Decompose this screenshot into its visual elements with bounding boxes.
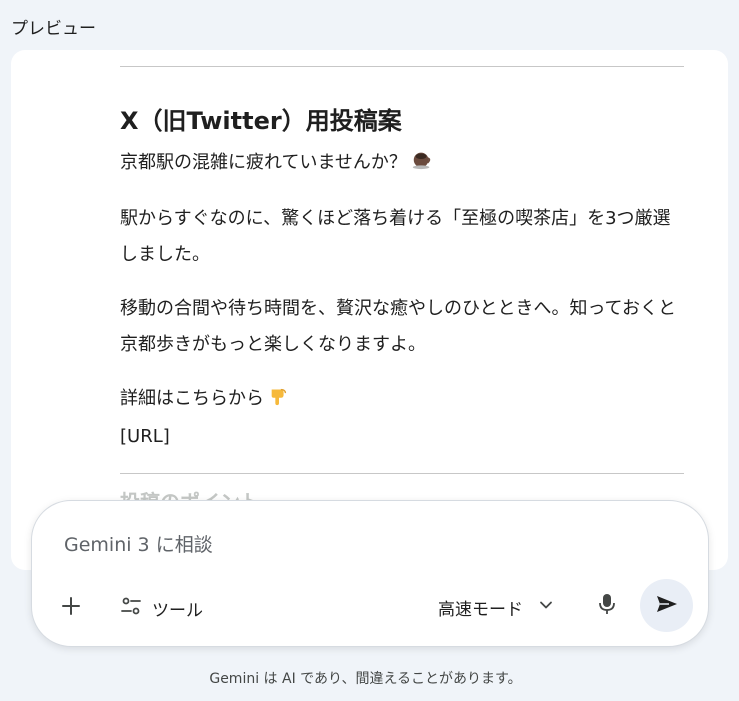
mode-selector[interactable]: 高速モード [438, 593, 553, 621]
microphone-button[interactable] [592, 591, 622, 621]
ai-disclaimer: Gemini は AI であり、間違えることがあります。 [209, 671, 522, 687]
preview-card: X（旧Twitter）用投稿案 京都駅の混雑に疲れていませんか？ 駅からすぐなの… [11, 50, 728, 570]
send-icon [655, 592, 679, 620]
post-paragraph-4: 詳細はこちらから [URL] [120, 381, 684, 455]
send-button[interactable] [640, 579, 693, 632]
post-paragraph-2: 駅からすぐなのに、驚くほど落ち着ける「至極の喫茶店」を3つ厳選しました。 [120, 208, 671, 265]
post-paragraph-3: 移動の合間や待ち時間を、贅沢な癒やしのひとときへ。知っておくと京都歩きがもっと楽… [120, 298, 677, 355]
chevron-down-icon [539, 597, 553, 617]
preview-label: プレビュー [11, 19, 96, 39]
add-attachment-button[interactable] [56, 593, 86, 623]
coffee-icon [411, 147, 433, 183]
post-title: X（旧Twitter）用投稿案 [120, 107, 402, 135]
point-down-icon [268, 383, 290, 419]
divider-top [120, 66, 684, 67]
prompt-composer: ツール 高速モード [31, 500, 709, 647]
post-paragraph-4-text: 詳細はこちらから [120, 388, 264, 409]
mode-label: 高速モード [438, 599, 523, 620]
mic-icon [598, 592, 616, 620]
post-paragraph-1-text: 京都駅の混雑に疲れていませんか？ [120, 152, 407, 173]
preview-content: X（旧Twitter）用投稿案 京都駅の混雑に疲れていませんか？ 駅からすぐなの… [120, 50, 684, 515]
tools-icon [120, 595, 142, 622]
post-paragraph-1: 京都駅の混雑に疲れていませんか？ [120, 145, 684, 183]
tools-button[interactable]: ツール [120, 593, 203, 623]
post-url[interactable]: [URL] [120, 426, 170, 447]
tools-label: ツール [152, 600, 203, 621]
divider-bottom [120, 473, 684, 474]
plus-icon [61, 596, 81, 620]
prompt-input[interactable] [62, 529, 666, 561]
